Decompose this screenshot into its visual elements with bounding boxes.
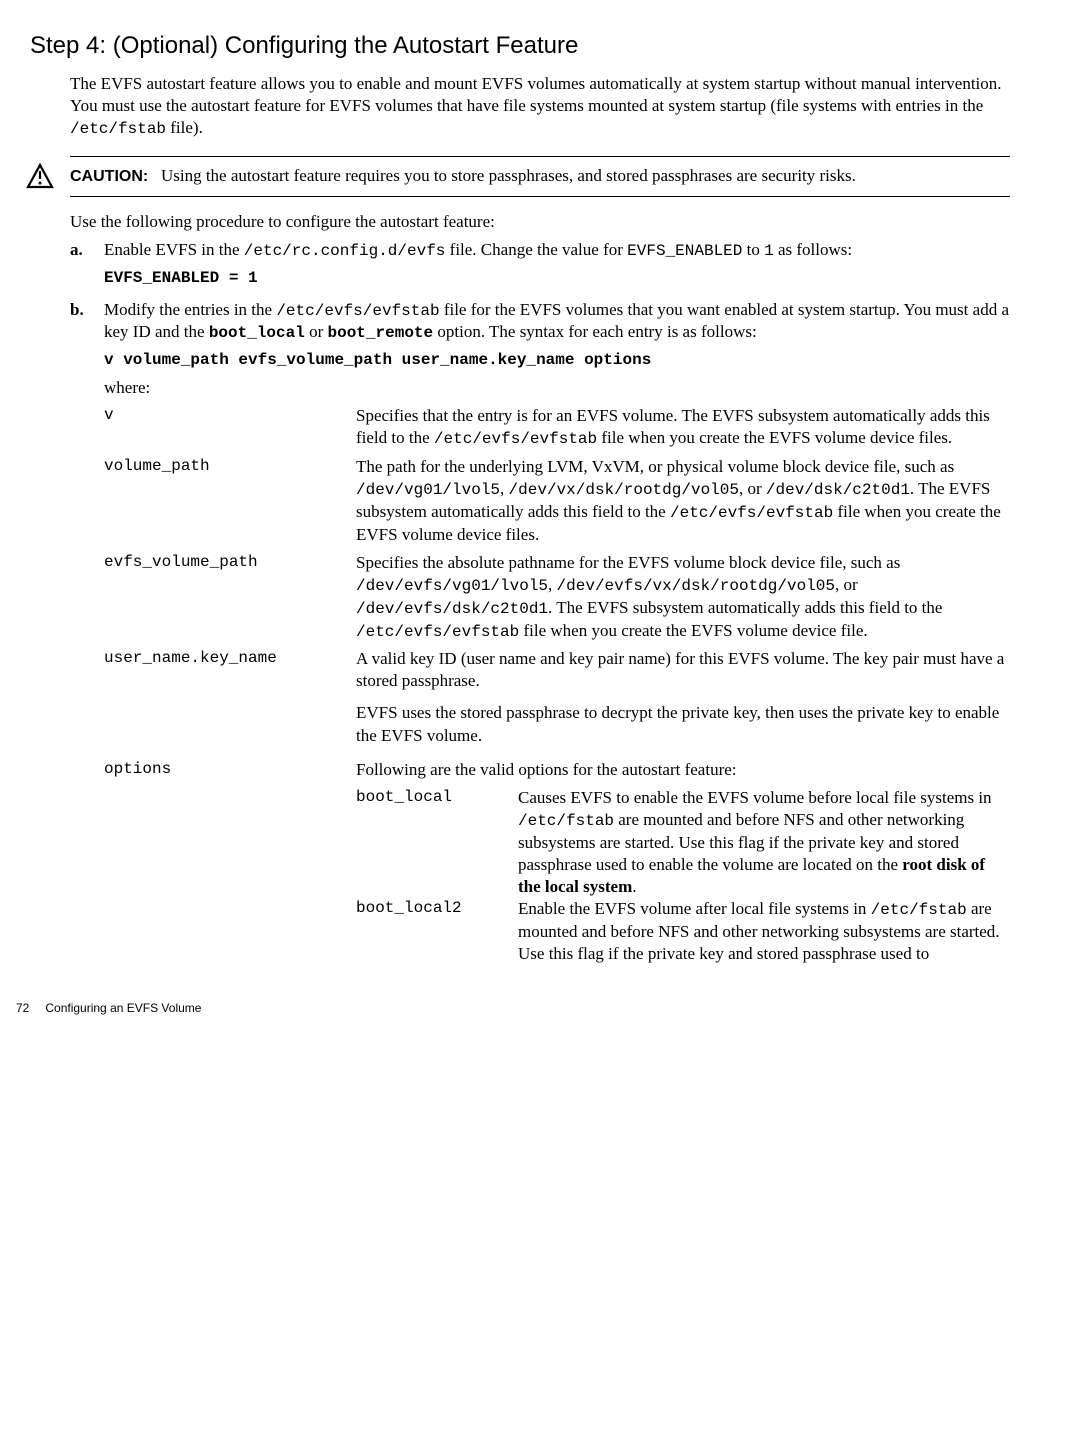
text: Enable EVFS in the xyxy=(104,240,244,259)
caution-text: Using the autostart feature requires you… xyxy=(161,166,856,185)
option-boot-local2: boot_local2 Enable the EVFS volume after… xyxy=(356,898,1010,965)
text: file. Change the value for xyxy=(445,240,627,259)
text: file when you create the EVFS volume dev… xyxy=(597,428,952,447)
step-list: a. Enable EVFS in the /etc/rc.config.d/e… xyxy=(70,239,1010,971)
caution-block: CAUTION: Using the autostart feature req… xyxy=(70,156,1010,197)
caution-icon xyxy=(26,163,54,195)
text: . The EVFS subsystem automatically adds … xyxy=(548,598,942,617)
code-block: EVFS_ENABLED = 1 xyxy=(104,268,1010,289)
caution-label: CAUTION: xyxy=(70,168,148,185)
step-a-letter: a. xyxy=(70,239,104,289)
code: /dev/evfs/dsk/c2t0d1 xyxy=(356,600,548,618)
text: , xyxy=(548,575,557,594)
term-volume-path: volume_path The path for the underlying … xyxy=(104,456,1010,552)
where-table: v Specifies that the entry is for an EVF… xyxy=(104,405,1010,971)
code: 1 xyxy=(764,242,774,260)
term-user-name-key-name: user_name.key_name A valid key ID (user … xyxy=(104,648,1010,758)
term: boot_local2 xyxy=(356,898,518,965)
page-footer: 72 Configuring an EVFS Volume xyxy=(16,1001,1010,1017)
step-b-letter: b. xyxy=(70,299,104,971)
desc: A valid key ID (user name and key pair n… xyxy=(356,648,1010,758)
use-following: Use the following procedure to configure… xyxy=(70,211,1010,233)
text: The path for the underlying LVM, VxVM, o… xyxy=(356,457,954,476)
desc: Enable the EVFS volume after local file … xyxy=(518,898,1010,965)
desc: Specifies the absolute pathname for the … xyxy=(356,552,1010,648)
text: to xyxy=(742,240,764,259)
code: /etc/rc.config.d/evfs xyxy=(244,242,446,260)
syntax-line: v volume_path evfs_volume_path user_name… xyxy=(104,350,1010,371)
code: /etc/evfs/evfstab xyxy=(276,302,439,320)
step-b-content: Modify the entries in the /etc/evfs/evfs… xyxy=(104,299,1010,971)
text: Modify the entries in the xyxy=(104,300,276,319)
term-evfs-volume-path: evfs_volume_path Specifies the absolute … xyxy=(104,552,1010,648)
desc: Causes EVFS to enable the EVFS volume be… xyxy=(518,787,1010,898)
code: /dev/vx/dsk/rootdg/vol05 xyxy=(509,481,739,499)
code: EVFS_ENABLED xyxy=(627,242,742,260)
code: /etc/evfs/evfstab xyxy=(670,504,833,522)
text: file when you create the EVFS volume dev… xyxy=(519,621,867,640)
intro-code: /etc/fstab xyxy=(70,120,166,138)
term: boot_local xyxy=(356,787,518,898)
code: /dev/dsk/c2t0d1 xyxy=(766,481,910,499)
term: volume_path xyxy=(104,456,356,552)
desc: Specifies that the entry is for an EVFS … xyxy=(356,405,1010,456)
term: options xyxy=(104,759,356,971)
bold-code: boot_remote xyxy=(328,324,434,342)
term: v xyxy=(104,405,356,456)
text: , or xyxy=(835,575,858,594)
term-v: v Specifies that the entry is for an EVF… xyxy=(104,405,1010,456)
text: Causes EVFS to enable the EVFS volume be… xyxy=(518,788,992,807)
where-label: where: xyxy=(104,377,1010,399)
text: Specifies the absolute pathname for the … xyxy=(356,553,900,572)
intro-text-1: The EVFS autostart feature allows you to… xyxy=(70,74,1002,115)
text: . xyxy=(632,877,636,896)
text: Enable the EVFS volume after local file … xyxy=(518,899,871,918)
options-table: boot_local Causes EVFS to enable the EVF… xyxy=(356,787,1010,965)
code: /etc/fstab xyxy=(518,812,614,830)
desc: Following are the valid options for the … xyxy=(356,759,1010,971)
term: user_name.key_name xyxy=(104,648,356,758)
intro-text-2: file). xyxy=(166,118,203,137)
code: /dev/evfs/vx/dsk/rootdg/vol05 xyxy=(557,577,835,595)
step-a: a. Enable EVFS in the /etc/rc.config.d/e… xyxy=(70,239,1010,289)
page-heading: Step 4: (Optional) Configuring the Autos… xyxy=(30,30,1010,61)
term: evfs_volume_path xyxy=(104,552,356,648)
option-boot-local: boot_local Causes EVFS to enable the EVF… xyxy=(356,787,1010,898)
text: , or xyxy=(739,479,766,498)
text: EVFS uses the stored passphrase to decry… xyxy=(356,702,1010,746)
term-options: options Following are the valid options … xyxy=(104,759,1010,971)
desc: The path for the underlying LVM, VxVM, o… xyxy=(356,456,1010,552)
text: , xyxy=(500,479,509,498)
text: A valid key ID (user name and key pair n… xyxy=(356,648,1010,692)
text: Following are the valid options for the … xyxy=(356,759,1010,781)
code: /etc/fstab xyxy=(871,901,967,919)
code: /etc/evfs/evfstab xyxy=(434,430,597,448)
text: option. The syntax for each entry is as … xyxy=(433,322,757,341)
footer-title: Configuring an EVFS Volume xyxy=(45,1001,201,1015)
code: /etc/evfs/evfstab xyxy=(356,623,519,641)
bold-code: boot_local xyxy=(209,324,305,342)
code: /dev/vg01/lvol5 xyxy=(356,481,500,499)
step-b: b. Modify the entries in the /etc/evfs/e… xyxy=(70,299,1010,971)
intro-paragraph: The EVFS autostart feature allows you to… xyxy=(70,73,1010,140)
step-a-content: Enable EVFS in the /etc/rc.config.d/evfs… xyxy=(104,239,1010,289)
page-number: 72 xyxy=(16,1001,29,1017)
code: /dev/evfs/vg01/lvol5 xyxy=(356,577,548,595)
text: as follows: xyxy=(774,240,852,259)
text: or xyxy=(305,322,328,341)
